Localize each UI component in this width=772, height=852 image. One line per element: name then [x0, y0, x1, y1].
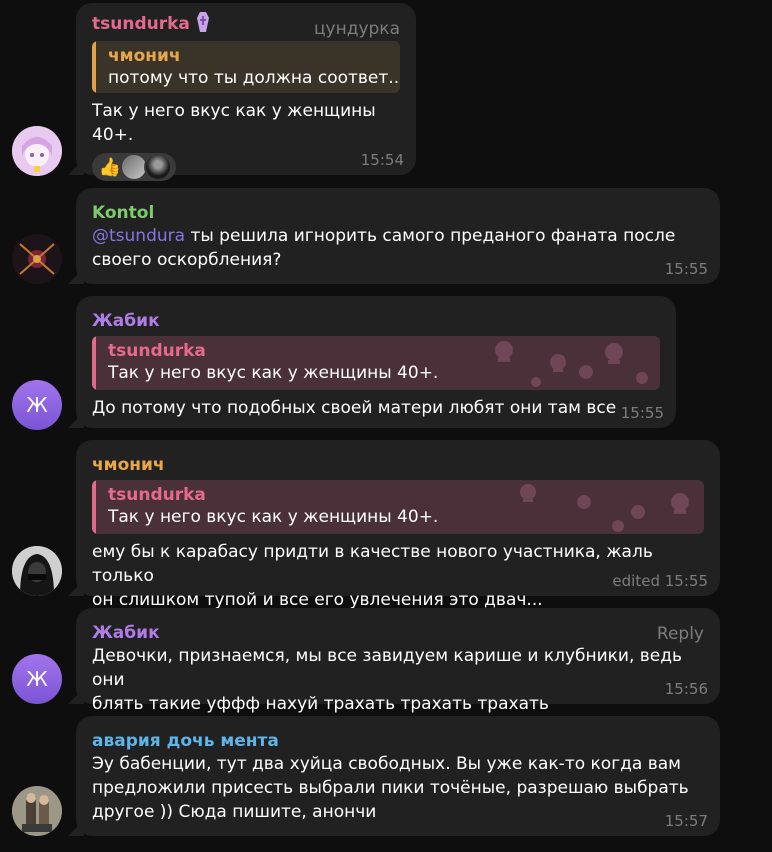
sender-name[interactable]: Жабик: [92, 310, 660, 332]
sender-name[interactable]: Жабик: [92, 622, 704, 644]
quote-sender: чмонич: [108, 46, 181, 66]
user-avatar[interactable]: [12, 126, 62, 176]
time-value: 15:55: [664, 572, 708, 590]
message-bubble[interactable]: Жабик Reply Девочки, признаемся, мы все …: [76, 608, 720, 714]
user-avatar[interactable]: [12, 234, 62, 284]
reply-button[interactable]: Reply: [657, 624, 704, 644]
message-text-line: ему бы к карабасу придти в качестве ново…: [92, 542, 653, 586]
sender-name[interactable]: tsundurka: [92, 13, 190, 35]
message-time: 15:57: [664, 812, 708, 830]
chat-history: tsundurka цундурка чмонич потому что ты …: [0, 0, 772, 852]
mention-link[interactable]: @tsundura: [92, 226, 185, 246]
message-text: @tsundura ты решила игнорить самого пред…: [92, 224, 704, 272]
message-bubble[interactable]: Жабик tsundurka Так у него вкус как у же…: [76, 296, 676, 428]
member-alias: цундурка: [313, 19, 400, 39]
message-time: 15:55: [664, 260, 708, 278]
dark-art-avatar-icon: [12, 234, 62, 284]
reply-quote[interactable]: чмонич потому что ты должна соответ...: [92, 41, 400, 93]
message-text-line: своего оскорбления?: [92, 250, 282, 270]
reply-quote[interactable]: tsundurka Так у него вкус как у женщины …: [92, 336, 660, 390]
avatar-initial: Ж: [26, 393, 48, 417]
message-text-line: ты решила игнорить самого преданого фана…: [185, 226, 676, 246]
reactions: 👍: [92, 153, 400, 181]
message-text-line: Девочки, признаемся, мы все завидуем кар…: [92, 646, 683, 690]
message-text: Так у него вкус как у женщины 40+.: [92, 101, 376, 145]
message-bubble[interactable]: Kontol @tsundura ты решила игнорить само…: [76, 188, 720, 284]
edited-label: edited: [612, 572, 660, 590]
message-bubble[interactable]: чмонич tsundurka Так у него вкус как у ж…: [76, 440, 720, 610]
message-bubble[interactable]: авария дочь мента Эу бабенции, тут два х…: [76, 716, 720, 836]
avatar-initial: Ж: [26, 667, 48, 691]
sender-name[interactable]: Kontol: [92, 202, 704, 224]
message-bubble[interactable]: tsundurka цундурка чмонич потому что ты …: [76, 3, 416, 181]
user-avatar[interactable]: [12, 546, 62, 596]
user-avatar[interactable]: Ж: [12, 380, 62, 430]
message-time: 15:54: [360, 151, 404, 169]
hooded-figure-avatar-icon: [12, 546, 62, 596]
message-time: 15:55: [620, 404, 664, 422]
message-text-line: другое )) Сюда пишите, анончи: [92, 802, 377, 822]
sender-name[interactable]: чмонич: [92, 454, 704, 476]
message-text: Девочки, признаемся, мы все завидуем кар…: [92, 644, 704, 716]
coffin-icon: [196, 11, 210, 37]
message-text-line: предложили присесть выбрали пики точёные…: [92, 778, 689, 798]
message-text-line: он слишком тупой и все его увлечения это…: [92, 590, 543, 610]
message-text: Эу бабенции, тут два хуйца свободных. Вы…: [92, 752, 704, 824]
crystal-ball-pattern-icon: [495, 341, 648, 387]
photo-avatar-icon: [12, 786, 62, 836]
sender-name[interactable]: авария дочь мента: [92, 730, 704, 752]
user-avatar[interactable]: Ж: [12, 654, 62, 704]
message-time: edited 15:55: [612, 572, 708, 590]
user-avatar[interactable]: [12, 786, 62, 836]
reaction-pill[interactable]: 👍: [92, 153, 176, 181]
reactor-avatar: [144, 153, 172, 181]
quote-text: потому что ты должна соответ...: [108, 68, 400, 88]
reply-quote[interactable]: tsundurka Так у него вкус как у женщины …: [92, 480, 704, 534]
message-text: До потому что подобных своей матери любя…: [92, 398, 617, 418]
message-text-line: Эу бабенции, тут два хуйца свободных. Вы…: [92, 754, 681, 774]
message-text-line: блять такие уффф нахуй трахать трахать т…: [92, 694, 549, 714]
anime-avatar-icon: [12, 126, 62, 176]
message-time: 15:56: [664, 680, 708, 698]
crystal-ball-pattern-icon: [520, 484, 689, 532]
